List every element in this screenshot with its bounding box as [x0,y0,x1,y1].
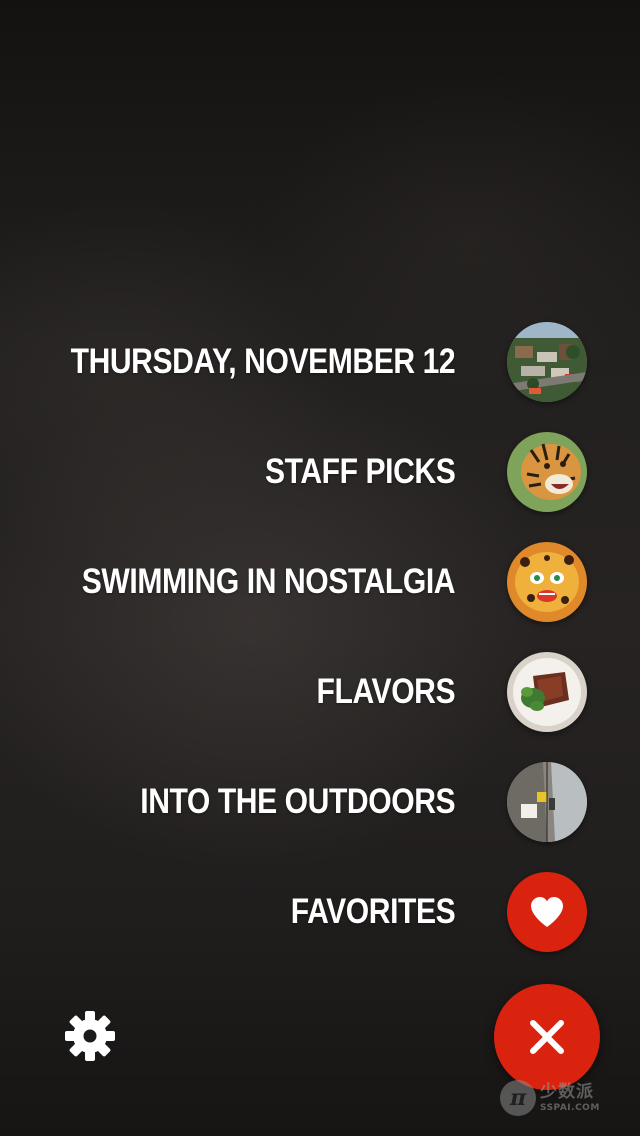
menu-item-flavors[interactable]: FLAVORS [294,652,587,732]
aerial-town-thumbnail [507,322,587,402]
close-icon [530,1020,564,1054]
watermark-logo: π [500,1080,536,1116]
settings-button[interactable] [64,1010,116,1062]
climbers-thumbnail [507,762,587,842]
menu-item-staff-picks[interactable]: STAFF PICKS [234,432,587,512]
menu-item-label: FLAVORS [316,672,455,711]
heart-icon [531,897,563,927]
menu-item-label: STAFF PICKS [264,452,456,491]
close-menu-button[interactable] [494,984,600,1090]
menu-item-label: SWIMMING IN NOSTALGIA [81,562,456,601]
jaguar-illustration-thumbnail [507,542,587,622]
menu-item-swimming-in-nostalgia[interactable]: SWIMMING IN NOSTALGIA [21,542,587,622]
menu-item-into-the-outdoors[interactable]: INTO THE OUTDOORS [89,762,587,842]
menu-item-thursday-november-12[interactable]: THURSDAY, NOVEMBER 12 [8,322,587,402]
navigation-menu-overlay: THURSDAY, NOVEMBER 12 STAFF PICKS SWIMMI… [0,0,640,1136]
tiger-thumbnail [507,432,587,512]
watermark-cn-text: 少数派 [540,1081,594,1102]
menu-item-label: INTO THE OUTDOORS [140,782,455,821]
menu-item-label: FAVORITES [290,892,456,931]
watermark: π 少数派 SSPAI.COM [500,1078,622,1118]
steak-plate-thumbnail [507,652,587,732]
watermark-en-text: SSPAI.COM [540,1102,600,1113]
watermark-text: 少数派 SSPAI.COM [540,1081,600,1113]
menu-item-label: THURSDAY, NOVEMBER 12 [70,342,455,381]
gear-icon [65,1011,115,1061]
favorites-circle [507,872,587,952]
menu-item-favorites[interactable]: FAVORITES [264,872,587,952]
